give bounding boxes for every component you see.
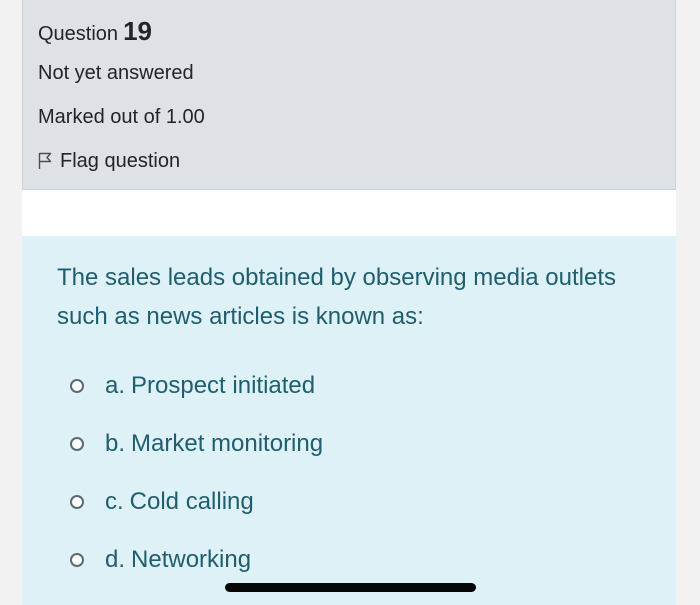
option-letter: c. — [105, 488, 124, 515]
flag-question-link[interactable]: Flag question — [38, 148, 180, 174]
option-letter: b. — [105, 430, 126, 457]
home-indicator-bar[interactable] — [225, 583, 476, 592]
option-b[interactable]: b. Market monitoring — [70, 424, 323, 464]
question-marks: Marked out of 1.00 — [38, 106, 205, 128]
question-frame: Question 19 Not yet answered Marked out o… — [22, 0, 676, 605]
question-number: 19 — [123, 16, 152, 46]
radio-button[interactable] — [70, 495, 84, 509]
question-text: The sales leads obtained by observing me… — [57, 264, 617, 330]
option-a[interactable]: a. Prospect initiated — [70, 366, 315, 406]
question-heading: Question 19 — [38, 16, 152, 47]
option-c[interactable]: c. Cold calling — [70, 482, 254, 522]
radio-button[interactable] — [70, 379, 84, 393]
flag-icon — [38, 152, 52, 169]
question-label: Question — [38, 23, 119, 45]
option-label: Networking — [131, 546, 252, 573]
radio-button[interactable] — [70, 437, 84, 451]
question-status: Not yet answered — [38, 62, 194, 84]
option-d[interactable]: d. Networking — [70, 540, 251, 580]
option-label: Prospect initiated — [131, 372, 316, 399]
option-letter: a. — [105, 372, 126, 399]
question-content: The sales leads obtained by observing me… — [22, 236, 676, 605]
question-info-panel: Question 19 Not yet answered Marked out o… — [22, 0, 676, 190]
radio-button[interactable] — [70, 553, 84, 567]
option-label: Cold calling — [129, 488, 254, 515]
flag-question-label: Flag question — [60, 149, 181, 172]
option-label: Market monitoring — [131, 430, 324, 457]
option-letter: d. — [105, 546, 126, 573]
